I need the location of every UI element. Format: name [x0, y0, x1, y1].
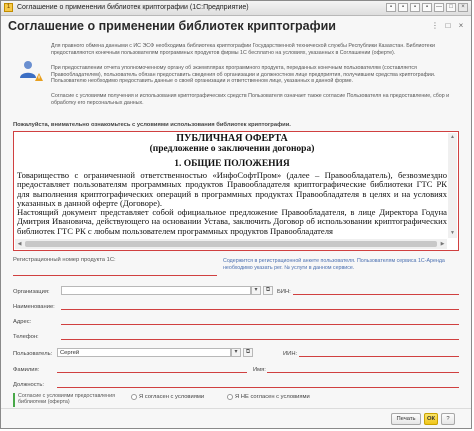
phone-input[interactable]	[61, 331, 459, 340]
surname-label: Фамилия:	[13, 367, 40, 373]
toolbar-icon-1[interactable]: ▪	[386, 3, 396, 12]
agree-radio-label: Я согласен с условиями	[139, 394, 205, 400]
agree-radio[interactable]: Я согласен с условиями	[131, 394, 204, 400]
organization-label: Организация:	[13, 289, 50, 295]
more-menu-icon[interactable]: ⋮	[430, 21, 440, 31]
scroll-thumb[interactable]	[25, 241, 437, 247]
window-title: Соглашение о применении библиотек крипто…	[17, 4, 249, 11]
address-input[interactable]	[61, 316, 459, 325]
footer-divider	[1, 408, 471, 409]
offer-title: ПУБЛИЧНАЯ ОФЕРТА	[176, 133, 288, 144]
user-input[interactable]: Сергей	[57, 348, 231, 357]
organization-dropdown-icon[interactable]: ▾	[251, 286, 261, 295]
window-controls: ▪ ▪ ▪ ▪ — □ ×	[386, 3, 468, 12]
position-label: Должность:	[13, 382, 44, 388]
toolbar-icon-2[interactable]: ▪	[398, 3, 408, 12]
first-name-input[interactable]	[267, 364, 459, 373]
offer-subtitle: (предложение о заключении догонора)	[149, 144, 315, 154]
offer-paragraph-2: Настоящий документ представляет собой оф…	[17, 207, 447, 236]
help-button[interactable]: ?	[441, 413, 455, 425]
notice-text: Пожалуйста, внимательно ознакомьтесь с у…	[13, 122, 291, 128]
info-paragraph-2: При предоставлении отчета уполномоченном…	[51, 65, 436, 85]
close-button[interactable]: ×	[458, 3, 468, 12]
scroll-down-icon[interactable]: ▼	[448, 229, 457, 238]
reg-number-input[interactable]	[13, 265, 217, 276]
dialog-window: 1 Соглашение о применении библиотек крип…	[0, 0, 472, 429]
maximize-button[interactable]: □	[446, 3, 456, 12]
consent-label: Согласие с условиями предоставления библ…	[18, 393, 115, 406]
reg-number-note: Содержится в регистрационной анкете поль…	[223, 258, 445, 271]
scroll-left-icon[interactable]: ◀	[15, 239, 24, 249]
position-input[interactable]	[57, 379, 459, 388]
print-button[interactable]: Печать	[391, 413, 421, 425]
ok-button[interactable]: ОК	[424, 413, 438, 425]
reg-number-label: Регистрационный номер продукта 1С:	[13, 257, 116, 263]
iin-input[interactable]	[299, 348, 459, 357]
toolbar-icon-4[interactable]: ▪	[422, 3, 432, 12]
disagree-radio-label: Я НЕ согласен с условиями	[235, 394, 310, 400]
agree-radio-dot[interactable]	[131, 394, 137, 400]
horizontal-scrollbar[interactable]: ◀ ▶	[15, 239, 447, 249]
form-heading: Соглашение о применении библиотек крипто…	[8, 19, 336, 33]
phone-label: Телефон:	[13, 334, 39, 340]
offer-content: ПУБЛИЧНАЯ ОФЕРТА (предложение о заключен…	[17, 133, 447, 237]
address-label: Адрес:	[13, 319, 32, 325]
name-label: Наименование:	[13, 304, 55, 310]
user-label: Пользователь:	[13, 351, 53, 357]
close-form-icon[interactable]: ×	[456, 21, 466, 31]
heading-controls: ⋮ □ ×	[430, 21, 466, 31]
user-dropdown-icon[interactable]: ▾	[231, 348, 241, 357]
disagree-radio-dot[interactable]	[227, 394, 233, 400]
organization-open-icon[interactable]: ⧉	[263, 286, 273, 295]
restore-icon[interactable]: □	[443, 21, 453, 31]
consent-marker	[13, 393, 15, 407]
disagree-radio[interactable]: Я НЕ согласен с условиями	[227, 394, 310, 400]
minimize-button[interactable]: —	[434, 3, 444, 12]
scroll-up-icon[interactable]: ▲	[448, 133, 457, 142]
bin-label: БИН:	[277, 289, 291, 295]
offer-paragraph-1: Товарищество с ограниченной ответственно…	[17, 170, 447, 208]
title-bar: 1 Соглашение о применении библиотек крип…	[1, 1, 471, 16]
iin-label: ИИН:	[283, 351, 298, 357]
surname-input[interactable]	[57, 364, 247, 373]
vertical-scrollbar[interactable]: ▲ ▼	[448, 133, 457, 238]
organization-input[interactable]	[61, 286, 251, 295]
bin-input[interactable]	[293, 286, 459, 295]
offer-document[interactable]: ПУБЛИЧНАЯ ОФЕРТА (предложение о заключен…	[13, 131, 459, 251]
offer-section-heading: 1. ОБЩИЕ ПОЛОЖЕНИЯ	[174, 159, 290, 169]
scroll-right-icon[interactable]: ▶	[438, 239, 447, 249]
warning-icon	[35, 73, 43, 81]
info-paragraph-3: Согласие с условиями получения и использ…	[51, 93, 450, 106]
user-open-icon[interactable]: ⧉	[243, 348, 253, 357]
toolbar-icon-3[interactable]: ▪	[410, 3, 420, 12]
info-paragraph-1: Для правного обмена данными с ИС ЭСФ нео…	[51, 43, 435, 56]
app-icon: 1	[4, 3, 13, 12]
name-input[interactable]	[61, 301, 459, 310]
first-name-label: Имя:	[253, 367, 266, 373]
